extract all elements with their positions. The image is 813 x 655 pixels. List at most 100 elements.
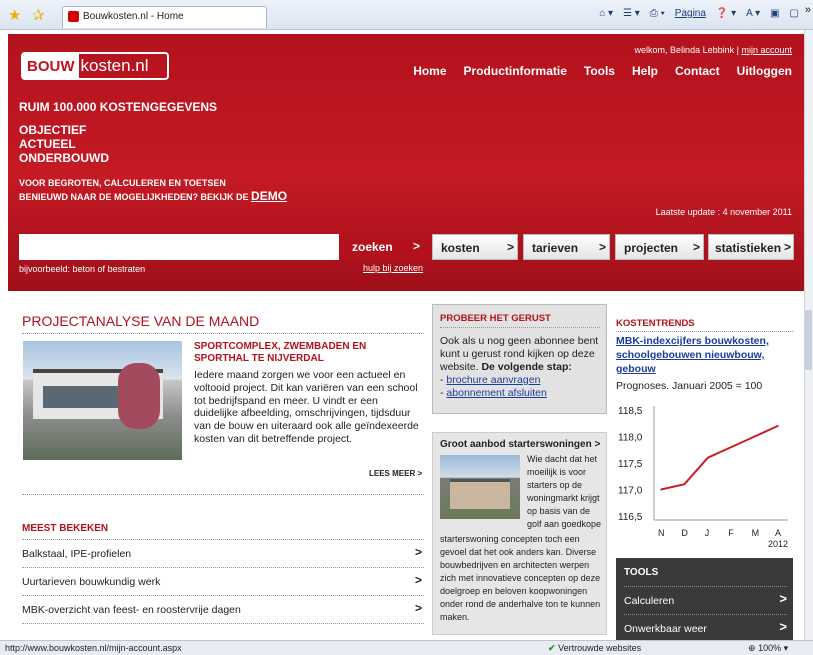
help-icon[interactable]: ❓ ▾ <box>716 8 736 19</box>
starter-heading-label: Groot aanbod starterswoningen <box>440 439 592 450</box>
welcome-prefix: welkom, Belinda Lebbink | <box>634 45 739 55</box>
page-menu[interactable]: Pagina <box>675 8 706 19</box>
print-icon[interactable]: ⎙ ▾ <box>650 8 665 19</box>
list-item-label: Balkstaal, IPE-profielen <box>22 548 132 560</box>
feeds-icon[interactable]: ☰ ▾ <box>623 8 640 19</box>
trends-link[interactable]: MBK-indexcijfers bouwkosten, schoolgebou… <box>616 334 796 376</box>
y-tick-label: 117,0 <box>618 486 643 497</box>
list-item[interactable]: Uurtarieven bouwkundig werk > <box>22 567 424 595</box>
tools-item-onwerkbaar-weer[interactable]: Onwerkbaar weer > <box>624 614 787 635</box>
account-link[interactable]: mijn account <box>741 45 792 55</box>
chevron-right-icon: > <box>784 240 792 254</box>
brochure-link[interactable]: brochure aanvragen <box>446 374 540 386</box>
project-subtitle[interactable]: SPORTCOMPLEX, ZWEMBADEN EN SPORTHAL TE N… <box>194 341 420 365</box>
starter-image[interactable] <box>440 455 520 519</box>
status-bar: http://www.bouwkosten.nl/mijn-account.as… <box>0 640 813 655</box>
list-item[interactable]: MBK-overzicht van feest- en roostervrije… <box>22 595 424 623</box>
nav-contact[interactable]: Contact <box>675 64 720 78</box>
vertical-scrollbar[interactable] <box>804 30 813 640</box>
divider <box>616 331 793 332</box>
chevron-right-icon: > <box>594 439 601 450</box>
tools-box: TOOLS Calculeren > Onwerkbaar weer > <box>616 558 793 640</box>
search-help-link[interactable]: hulp bij zoeken <box>363 263 423 273</box>
research-icon[interactable]: ▣ <box>770 8 779 19</box>
tools-icon[interactable]: ▢ <box>790 8 799 19</box>
trusted-zone: ✔ Vertrouwde websites <box>548 643 641 654</box>
data-point <box>777 425 779 427</box>
nav-home[interactable]: Home <box>413 64 446 78</box>
trial-text: Ook als u nog geen abonnee bent kunt u g… <box>440 335 599 399</box>
favorites-star-icon[interactable]: ★ <box>8 6 21 24</box>
nav-help[interactable]: Help <box>632 64 658 78</box>
project-heading: PROJECTANALYSE VAN DE MAAND <box>22 313 260 329</box>
tagline: RUIM 100.000 KOSTENGEGEVENS OBJECTIEF AC… <box>19 100 287 204</box>
x-tick-label: A <box>775 528 781 538</box>
site-logo[interactable]: BOUW kosten.nl <box>21 52 169 80</box>
trusted-label: Vertrouwde websites <box>558 643 642 653</box>
chevron-right-icon: > <box>693 240 701 254</box>
home-icon[interactable]: ⌂ ▾ <box>599 8 613 19</box>
site-favicon <box>68 11 79 22</box>
trend-chart: 118,5 118,0 117,5 117,0 116,5 N D J F M A2012 <box>618 406 788 549</box>
data-point <box>707 456 709 459</box>
nav-productinformatie[interactable]: Productinformatie <box>464 64 567 78</box>
subscribe-link[interactable]: abonnement afsluiten <box>446 387 546 399</box>
read-more-link[interactable]: LEES MEER > <box>369 469 422 478</box>
divider <box>22 494 424 495</box>
kosten-button[interactable]: kosten > <box>432 234 518 260</box>
tagline-sub: VOOR BEGROTEN, CALCULEREN EN TOETSEN BEN… <box>19 177 287 204</box>
chevron-right-icon: > <box>507 240 515 254</box>
trial-box: PROBEER HET GERUST Ook als u nog geen ab… <box>432 304 607 414</box>
translate-icon[interactable]: A ▾ <box>746 8 760 19</box>
trends-heading: KOSTENTRENDS <box>616 318 695 329</box>
x-tick-label: M <box>752 528 760 538</box>
tools-item-label: Onwerkbaar weer <box>624 623 707 635</box>
statistieken-button[interactable]: statistieken > <box>708 234 794 260</box>
nav-uitloggen[interactable]: Uitloggen <box>737 64 792 78</box>
tagline-benieuwd: BENIEUWD NAAR DE MOGELIJKHEDEN? BEKIJK D… <box>19 192 249 202</box>
tarieven-label: tarieven <box>532 241 579 255</box>
add-favorite-icon[interactable]: ✰ <box>32 6 45 24</box>
starter-text-2: starterswoning concepten toch een gevoel… <box>440 534 601 622</box>
list-item-label: Uurtarieven bouwkundig werk <box>22 576 161 588</box>
kosten-label: kosten <box>441 241 480 255</box>
zoom-level[interactable]: ⊕ 100% ▾ <box>748 643 788 654</box>
welcome-text: welkom, Belinda Lebbink | mijn account <box>635 45 792 55</box>
chevron-right-icon: > <box>414 573 422 587</box>
zoom-value: 100% <box>758 643 782 653</box>
tab-title: Bouwkosten.nl - Home <box>83 11 184 22</box>
data-point <box>660 488 662 491</box>
tools-item-calculeren[interactable]: Calculeren > <box>624 586 787 607</box>
tagline-main: RUIM 100.000 KOSTENGEGEVENS <box>19 100 218 114</box>
projecten-button[interactable]: projecten > <box>615 234 704 260</box>
starter-text-1: Wie dacht dat het moeilijk is voor start… <box>527 454 602 529</box>
chevron-right-icon: > <box>414 545 422 559</box>
x-year-label: 2012 <box>768 539 788 549</box>
tagline-objectief: OBJECTIEF <box>19 123 87 137</box>
command-bar: ⌂ ▾ ☰ ▾ ⎙ ▾ Pagina ❓ ▾ A ▾ ▣ ▢ <box>599 8 799 19</box>
close-icon[interactable]: » <box>805 4 811 16</box>
scrollbar-thumb[interactable] <box>805 310 812 370</box>
trial-next-step: De volgende stap: <box>481 361 572 373</box>
browser-tab[interactable]: Bouwkosten.nl - Home <box>62 6 267 28</box>
y-tick-label: 117,5 <box>618 459 643 470</box>
demo-link[interactable]: DEMO <box>251 189 287 203</box>
chevron-right-icon: > <box>779 591 787 606</box>
nav-tools[interactable]: Tools <box>584 64 615 78</box>
tarieven-button[interactable]: tarieven > <box>523 234 610 260</box>
data-point <box>753 435 756 438</box>
chevron-right-icon: > <box>779 619 787 634</box>
search-button[interactable]: zoeken > <box>339 234 431 260</box>
last-update: Laatste update : 4 november 2011 <box>655 207 792 217</box>
main-nav: Home Productinformatie Tools Help Contac… <box>413 64 792 78</box>
status-url: http://www.bouwkosten.nl/mijn-account.as… <box>5 643 182 653</box>
starter-heading[interactable]: Groot aanbod starterswoningen > <box>440 439 600 450</box>
chevron-right-icon: > <box>413 239 421 253</box>
site-header: BOUW kosten.nl welkom, Belinda Lebbink |… <box>8 34 804 291</box>
project-image[interactable] <box>23 341 182 460</box>
chevron-right-icon: > <box>599 240 607 254</box>
list-item[interactable]: Balkstaal, IPE-profielen > <box>22 539 424 567</box>
list-item-label: MBK-overzicht van feest- en roostervrije… <box>22 604 241 616</box>
y-tick-label: 116,5 <box>618 512 643 523</box>
tools-item-label: Calculeren <box>624 595 675 607</box>
